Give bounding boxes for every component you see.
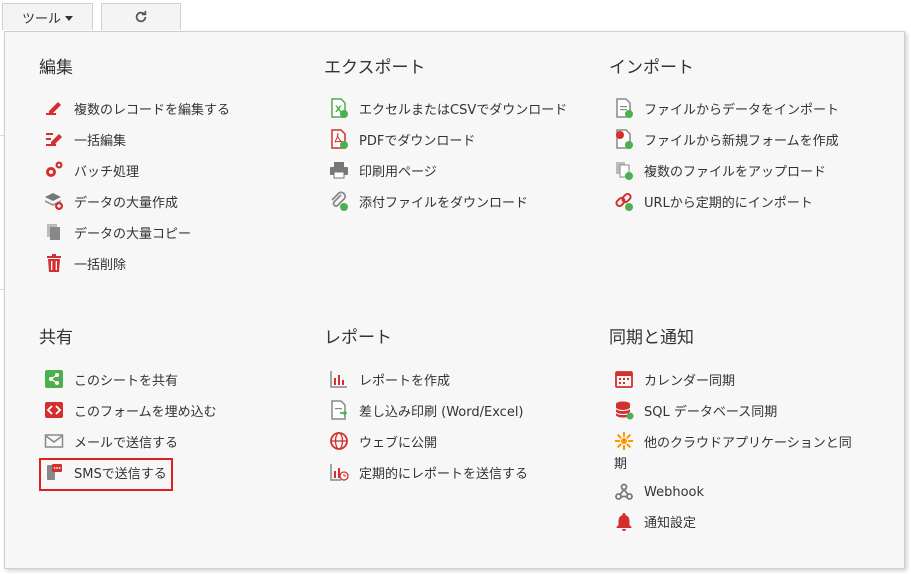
menu-item-label: 通知設定 [644,515,697,531]
menu-item-label: 定期的にレポートを送信する [359,466,529,482]
gears-icon [43,159,65,181]
menu-item-label: データの大量作成 [74,195,179,211]
menu-item-batch[interactable]: バッチ処理 [39,158,139,182]
paperclip-download-icon [328,190,350,212]
toolbar: ツール [0,0,911,32]
menu-item-publish-web[interactable]: ウェブに公開 [324,429,437,453]
tools-menu-button[interactable]: ツール [2,3,93,30]
bell-icon [613,510,635,532]
menu-item-label: 複数のファイルをアップロード [644,164,827,180]
menu-item-label: PDFでダウンロード [359,133,476,149]
section-sync: 同期と通知 [609,326,879,350]
menu-item-label: このシートを共有 [74,373,179,389]
menu-item-attachments[interactable]: 添付ファイルをダウンロード [324,189,528,213]
menu-item-label: SQL データベース同期 [644,404,778,420]
trash-icon [43,252,65,274]
globe-icon [328,430,350,452]
share-icon [43,368,65,390]
section-edit: 編集 [39,56,309,80]
mail-merge-icon [328,399,350,421]
cloud-apps-icon [613,430,635,452]
highlight-box [39,458,173,491]
section-title: インポート [609,58,694,78]
menu-item-mail-merge[interactable]: 差し込み印刷 (Word/Excel) [324,398,524,422]
database-icon [613,399,635,421]
menu-item-label: このフォームを埋め込む [74,404,217,420]
menu-item-mass-create[interactable]: データの大量作成 [39,189,178,213]
excel-icon: X [328,97,350,119]
edit-multiple-icon [43,97,65,119]
menu-item-new-form[interactable]: ファイルから新規フォームを作成 [609,127,839,151]
printer-icon [328,159,350,181]
bar-chart-icon [328,368,350,390]
menu-item-print[interactable]: 印刷用ページ [324,158,437,182]
menu-item-label: 添付ファイルをダウンロード [359,195,529,211]
files-upload-icon [613,159,635,181]
menu-item-edit-multiple[interactable]: 複数のレコードを編集する [39,96,230,120]
layers-add-icon [43,190,65,212]
menu-item-mass-copy[interactable]: データの大量コピー [39,220,191,244]
menu-item-calendar-sync[interactable]: カレンダー同期 [609,367,735,391]
section-title: 同期と通知 [609,328,694,348]
menu-item-label: 他のクラウドアプリケーションと同 [644,435,852,451]
menu-item-url-import[interactable]: URLから定期的にインポート [609,189,813,213]
menu-item-excel-csv[interactable]: X エクセルまたはCSVでダウンロード [324,96,567,120]
menu-item-label: 印刷用ページ [359,164,437,180]
webhook-icon [613,481,635,503]
menu-item-file-import[interactable]: ファイルからデータをインポート [609,96,839,120]
menu-item-share-sheet[interactable]: このシートを共有 [39,367,178,391]
menu-item-upload-files[interactable]: 複数のファイルをアップロード [609,158,826,182]
section-title: エクスポート [324,58,426,78]
section-title: レポート [324,328,392,348]
menu-item-label: 一括編集 [74,133,127,149]
menu-item-create-report[interactable]: レポートを作成 [324,367,450,391]
menu-item-cloud-apps[interactable]: 他のクラウドアプリケーションと同 [609,429,852,453]
caret-down-icon [65,15,73,21]
menu-item-sql-sync[interactable]: SQL データベース同期 [609,398,777,422]
menu-item-label: エクセルまたはCSVでダウンロード [359,102,568,118]
tools-menu-label: ツール [21,11,61,27]
menu-item-scheduled-report[interactable]: 定期的にレポートを送信する [324,460,528,484]
section-export: エクスポート [324,56,594,80]
envelope-icon [43,430,65,452]
menu-item-label: 複数のレコードを編集する [74,102,231,118]
menu-item-embed-form[interactable]: このフォームを埋め込む [39,398,217,422]
menu-item-label: 差し込み印刷 (Word/Excel) [359,404,524,420]
menu-item-pdf[interactable]: PDFでダウンロード [324,127,475,151]
menu-item-label: バッチ処理 [74,164,140,180]
menu-item-bulk-delete[interactable]: 一括削除 [39,251,126,275]
menu-item-email[interactable]: メールで送信する [39,429,178,453]
menu-item-label: レポートを作成 [359,373,451,389]
file-new-form-icon [613,128,635,150]
menu-item-notifications[interactable]: 通知設定 [609,509,696,533]
embed-code-icon [43,399,65,421]
menu-item-label: Webhook [644,484,705,500]
link-import-icon [613,190,635,212]
menu-item-label: データの大量コピー [74,226,192,242]
pdf-icon [328,128,350,150]
menu-item-label: 一括削除 [74,257,127,273]
menu-item-label: メールで送信する [74,435,179,451]
copy-icon [43,221,65,243]
section-title: 共有 [39,328,73,348]
menu-item-label: URLから定期的にインポート [644,195,813,211]
calendar-icon [613,368,635,390]
bulk-edit-icon [43,128,65,150]
tools-dropdown-panel: 編集 複数のレコードを編集する 一括編集 バッチ処理 データの大量作成 データの… [4,31,905,569]
menu-item-label-wrap: 期 [614,457,628,472]
menu-item-label: ファイルからデータをインポート [644,102,840,118]
section-report: レポート [324,326,594,350]
refresh-icon [135,10,147,23]
section-import: インポート [609,56,879,80]
menu-item-bulk-edit[interactable]: 一括編集 [39,127,126,151]
section-title: 編集 [39,58,73,78]
menu-item-label: ウェブに公開 [359,435,438,451]
menu-item-label: カレンダー同期 [644,373,736,389]
menu-item-webhook[interactable]: Webhook [609,480,704,504]
scheduled-report-icon [328,461,350,483]
refresh-button[interactable] [101,3,181,30]
menu-item-label: ファイルから新規フォームを作成 [644,133,839,149]
file-import-icon [613,97,635,119]
section-share: 共有 [39,326,309,350]
